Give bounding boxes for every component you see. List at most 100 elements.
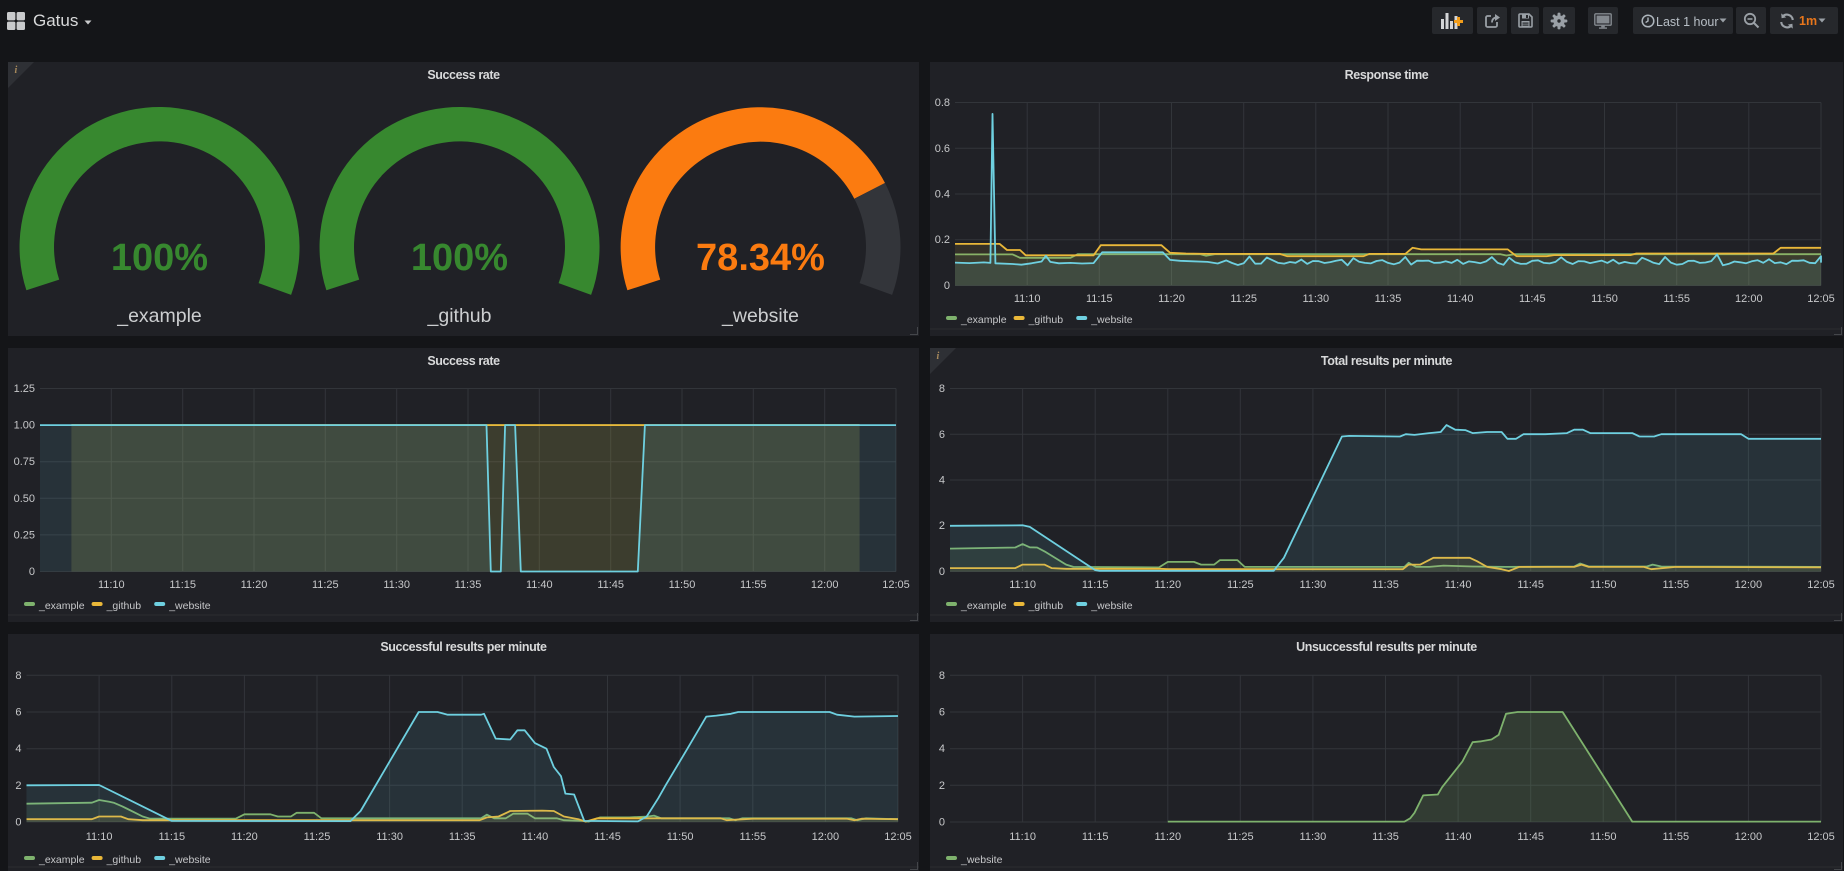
- svg-text:1.00: 1.00: [14, 420, 35, 432]
- svg-text:12:00: 12:00: [811, 579, 839, 591]
- svg-text:11:30: 11:30: [383, 579, 410, 591]
- svg-text:6: 6: [939, 429, 945, 441]
- svg-text:4: 4: [15, 743, 21, 755]
- svg-text:11:45: 11:45: [1517, 831, 1544, 843]
- svg-text:_website: _website: [721, 305, 799, 327]
- svg-text:_website: _website: [168, 600, 211, 612]
- svg-text:11:30: 11:30: [376, 831, 403, 843]
- svg-text:11:25: 11:25: [312, 579, 339, 591]
- svg-text:11:15: 11:15: [158, 831, 185, 843]
- svg-text:0.25: 0.25: [14, 529, 35, 541]
- svg-text:_example: _example: [38, 600, 85, 612]
- svg-text:11:35: 11:35: [1375, 293, 1402, 305]
- svg-text:11:45: 11:45: [1517, 579, 1544, 591]
- svg-text:11:25: 11:25: [1227, 579, 1254, 591]
- svg-text:11:15: 11:15: [1082, 579, 1109, 591]
- svg-text:8: 8: [15, 670, 21, 682]
- svg-text:8: 8: [939, 670, 945, 682]
- svg-text:11:40: 11:40: [526, 579, 553, 591]
- svg-text:_website: _website: [1090, 600, 1133, 612]
- svg-text:1.25: 1.25: [14, 383, 35, 395]
- svg-text:11:20: 11:20: [1158, 293, 1185, 305]
- svg-text:11:50: 11:50: [667, 831, 694, 843]
- svg-text:11:10: 11:10: [98, 579, 125, 591]
- svg-text:12:00: 12:00: [1735, 293, 1763, 305]
- svg-text:11:20: 11:20: [241, 579, 268, 591]
- svg-text:12:00: 12:00: [1735, 831, 1763, 843]
- svg-text:11:50: 11:50: [1590, 831, 1617, 843]
- svg-text:0.50: 0.50: [14, 493, 35, 505]
- svg-text:2: 2: [939, 520, 945, 532]
- svg-text:0: 0: [29, 566, 35, 578]
- svg-text:11:40: 11:40: [1445, 579, 1472, 591]
- svg-text:_example: _example: [116, 305, 202, 327]
- svg-text:11:55: 11:55: [1663, 293, 1690, 305]
- svg-text:2: 2: [939, 780, 945, 792]
- svg-text:11:45: 11:45: [594, 831, 621, 843]
- svg-text:_website: _website: [960, 854, 1003, 866]
- svg-text:11:30: 11:30: [1302, 293, 1329, 305]
- svg-text:11:35: 11:35: [1372, 579, 1399, 591]
- svg-text:11:10: 11:10: [1009, 579, 1036, 591]
- svg-text:_github: _github: [1028, 314, 1064, 326]
- svg-text:_website: _website: [1090, 314, 1133, 326]
- svg-text:_example: _example: [960, 600, 1007, 612]
- svg-text:0: 0: [944, 280, 950, 292]
- svg-text:11:30: 11:30: [1300, 831, 1327, 843]
- svg-text:100%: 100%: [411, 237, 508, 279]
- svg-text:11:25: 11:25: [304, 831, 331, 843]
- svg-text:11:40: 11:40: [522, 831, 549, 843]
- svg-text:0.8: 0.8: [935, 97, 950, 109]
- svg-text:11:25: 11:25: [1227, 831, 1254, 843]
- svg-text:11:55: 11:55: [1662, 579, 1689, 591]
- svg-text:12:05: 12:05: [882, 579, 910, 591]
- svg-text:0.75: 0.75: [14, 456, 35, 468]
- svg-text:_example: _example: [960, 314, 1007, 326]
- svg-text:11:55: 11:55: [740, 579, 767, 591]
- svg-text:11:55: 11:55: [739, 831, 766, 843]
- svg-text:11:15: 11:15: [1086, 293, 1113, 305]
- svg-text:11:50: 11:50: [1590, 579, 1617, 591]
- svg-text:11:30: 11:30: [1300, 579, 1327, 591]
- svg-text:11:40: 11:40: [1447, 293, 1474, 305]
- svg-text:11:10: 11:10: [86, 831, 113, 843]
- svg-text:0: 0: [939, 817, 945, 829]
- svg-text:11:25: 11:25: [1230, 293, 1257, 305]
- svg-text:_github: _github: [427, 305, 492, 327]
- svg-text:0.6: 0.6: [935, 143, 950, 155]
- svg-text:12:00: 12:00: [812, 831, 840, 843]
- svg-text:12:00: 12:00: [1735, 579, 1763, 591]
- svg-text:12:05: 12:05: [884, 831, 912, 843]
- svg-text:_github: _github: [1028, 600, 1064, 612]
- svg-text:4: 4: [939, 743, 945, 755]
- svg-text:4: 4: [939, 475, 945, 487]
- svg-text:11:15: 11:15: [1082, 831, 1109, 843]
- svg-text:12:05: 12:05: [1807, 579, 1835, 591]
- svg-text:11:35: 11:35: [455, 579, 482, 591]
- svg-text:11:50: 11:50: [669, 579, 696, 591]
- svg-text:11:45: 11:45: [597, 579, 624, 591]
- svg-text:11:15: 11:15: [169, 579, 196, 591]
- svg-text:78.34%: 78.34%: [696, 237, 825, 279]
- svg-text:_example: _example: [38, 854, 85, 866]
- svg-text:11:45: 11:45: [1519, 293, 1546, 305]
- svg-text:11:20: 11:20: [1154, 579, 1181, 591]
- svg-text:0: 0: [939, 566, 945, 578]
- svg-text:11:35: 11:35: [1372, 831, 1399, 843]
- svg-text:12:05: 12:05: [1807, 831, 1835, 843]
- svg-text:6: 6: [939, 707, 945, 719]
- svg-text:_website: _website: [168, 854, 211, 866]
- svg-text:11:50: 11:50: [1591, 293, 1618, 305]
- svg-text:12:05: 12:05: [1807, 293, 1835, 305]
- svg-text:8: 8: [939, 383, 945, 395]
- svg-text:11:10: 11:10: [1014, 293, 1041, 305]
- svg-text:0.2: 0.2: [935, 234, 950, 246]
- svg-text:0.4: 0.4: [935, 189, 950, 201]
- svg-text:11:20: 11:20: [231, 831, 258, 843]
- svg-text:11:10: 11:10: [1009, 831, 1036, 843]
- svg-text:6: 6: [15, 707, 21, 719]
- svg-text:11:55: 11:55: [1662, 831, 1689, 843]
- svg-text:_github: _github: [106, 600, 142, 612]
- svg-text:11:40: 11:40: [1445, 831, 1472, 843]
- svg-text:100%: 100%: [111, 237, 208, 279]
